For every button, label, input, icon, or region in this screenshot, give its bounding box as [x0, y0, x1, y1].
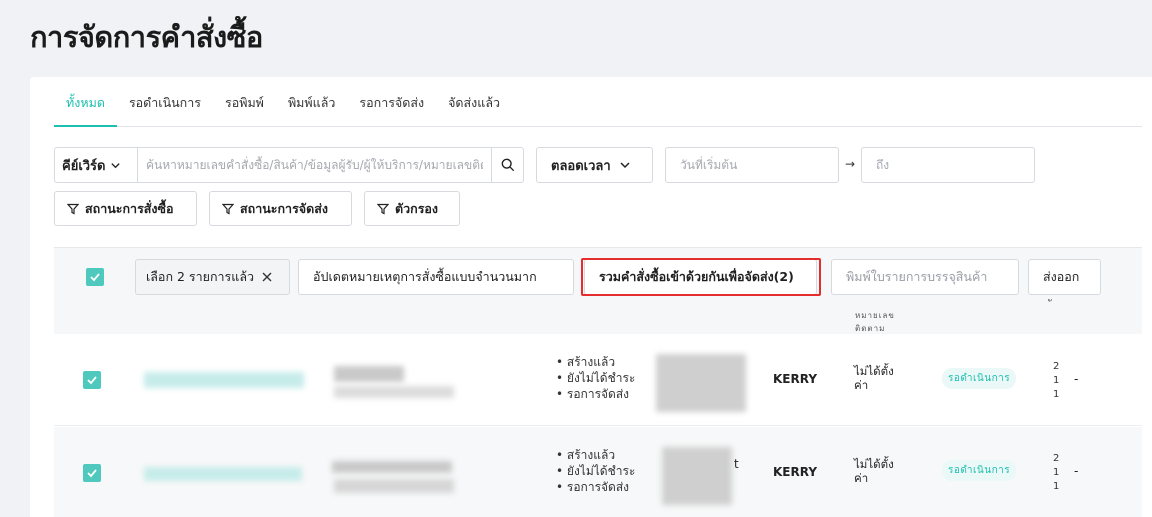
status-item: • รอการจัดส่ง	[556, 387, 630, 401]
search-input[interactable]	[138, 148, 491, 182]
redacted-order-id	[144, 372, 304, 388]
orders-card: ทั้งหมด รอดำเนินการ รอพิมพ์ พิมพ์แล้ว รอ…	[30, 77, 1152, 517]
redacted-product-detail	[334, 386, 454, 398]
item-counts: 2 1 1	[1053, 361, 1060, 400]
search-group: คีย์เวิร์ด	[54, 147, 524, 183]
search-button[interactable]	[491, 148, 523, 182]
funnel-icon	[67, 203, 79, 214]
chevron-down-icon	[620, 162, 630, 169]
check-icon	[87, 469, 97, 478]
table-header: เลือก 2 รายการแล้ว อัปเดตหมายเหตุการสั่ง…	[54, 247, 1142, 334]
carrier-name: KERRY	[773, 372, 818, 386]
redacted-order-id	[144, 467, 302, 481]
end-date-input[interactable]	[861, 147, 1035, 183]
tracking-number: ไม่ได้ตั้ง ค่า	[854, 364, 894, 392]
item-counts: 2 1 1	[1053, 453, 1060, 492]
status-item: • สร้างแล้ว	[556, 448, 616, 462]
funnel-icon	[222, 203, 234, 214]
start-date-input[interactable]	[665, 147, 839, 183]
print-packing-list-button[interactable]: พิมพ์ใบรายการบรรจุสินค้า	[831, 259, 1019, 295]
selected-count-label: เลือก 2 รายการแล้ว	[146, 269, 255, 284]
status-badge: รอดำเนินการ	[942, 368, 1017, 389]
partial-text: t	[734, 457, 739, 471]
row-checkbox[interactable]	[83, 464, 101, 482]
order-status-filter-button[interactable]: สถานะการสั่งซื้อ	[54, 191, 197, 226]
close-icon[interactable]	[262, 272, 272, 282]
filter-button[interactable]: ตัวกรอง	[364, 191, 460, 226]
check-icon	[87, 376, 97, 385]
selected-count-chip[interactable]: เลือก 2 รายการแล้ว	[135, 259, 290, 295]
keyword-select[interactable]: คีย์เวิร์ด	[55, 148, 138, 182]
tab-pending[interactable]: รอดำเนินการ	[117, 77, 213, 127]
time-range-label: ตลอดเวลา	[551, 158, 611, 174]
tab-printed[interactable]: พิมพ์แล้ว	[276, 77, 347, 127]
search-icon	[501, 158, 514, 172]
status-tabs: ทั้งหมด รอดำเนินการ รอพิมพ์ พิมพ์แล้ว รอ…	[54, 77, 1142, 127]
tracking-column-header: หมายเลข ติดตาม	[855, 311, 895, 333]
row-checkbox[interactable]	[83, 371, 101, 389]
time-range-select[interactable]: ตลอดเวลา	[536, 147, 653, 183]
status-item: • สร้างแล้ว	[556, 355, 616, 369]
merge-orders-button[interactable]: รวมคำสั่งซื้อเข้าด้วยกันเพื่อจัดส่ง(2)	[584, 259, 817, 295]
shipping-status-filter-button[interactable]: สถานะการจัดส่ง	[209, 191, 352, 226]
dash-value: -	[1074, 464, 1079, 478]
table-row[interactable]: • สร้างแล้ว • ยังไม่ได้ชำระ • รอการจัดส่…	[54, 427, 1142, 517]
redacted-product-name	[332, 461, 452, 473]
tab-shipped[interactable]: จัดส่งแล้ว	[436, 77, 512, 127]
keyword-select-label: คีย์เวิร์ด	[62, 158, 106, 174]
status-item: • ยังไม่ได้ชำระ	[556, 464, 636, 478]
arrow-right-icon: →	[845, 157, 856, 171]
table-row[interactable]: • สร้างแล้ว • ยังไม่ได้ชำระ • รอการจัดส่…	[54, 334, 1142, 426]
export-button[interactable]: ส่งออก	[1028, 259, 1101, 295]
order-status-list: • สร้างแล้ว • ยังไม่ได้ชำระ • รอการจัดส่…	[556, 354, 635, 402]
funnel-icon	[377, 203, 389, 214]
tab-to-ship[interactable]: รอการจัดส่ง	[347, 77, 436, 127]
redacted-customer-info	[662, 447, 732, 505]
tracking-number: ไม่ได้ตั้ง ค่า	[854, 457, 894, 485]
redacted-customer-info	[656, 354, 746, 412]
tab-to-print[interactable]: รอพิมพ์	[213, 77, 276, 127]
bulk-update-notes-button[interactable]: อัปเดตหมายเหตุการสั่งซื้อแบบจำนวนมาก	[298, 259, 574, 295]
status-item: • รอการจัดส่ง	[556, 480, 630, 494]
page-title: การจัดการคำสั่งซื้อ	[30, 20, 263, 54]
select-all-checkbox[interactable]	[86, 268, 104, 286]
extra-column-header: ั	[1052, 298, 1053, 311]
status-badge: รอดำเนินการ	[942, 460, 1017, 481]
status-item: • ยังไม่ได้ชำระ	[556, 371, 636, 385]
order-status-filter-label: สถานะการสั่งซื้อ	[85, 200, 174, 216]
tab-all[interactable]: ทั้งหมด	[54, 77, 117, 127]
redacted-product-name	[334, 366, 404, 382]
carrier-name: KERRY	[773, 465, 818, 479]
dash-value: -	[1074, 372, 1079, 386]
chevron-down-icon	[111, 162, 121, 168]
shipping-status-filter-label: สถานะการจัดส่ง	[240, 200, 328, 216]
redacted-product-detail	[334, 479, 454, 493]
order-status-list: • สร้างแล้ว • ยังไม่ได้ชำระ • รอการจัดส่…	[556, 447, 635, 495]
filter-label: ตัวกรอง	[395, 200, 439, 216]
check-icon	[90, 273, 100, 282]
